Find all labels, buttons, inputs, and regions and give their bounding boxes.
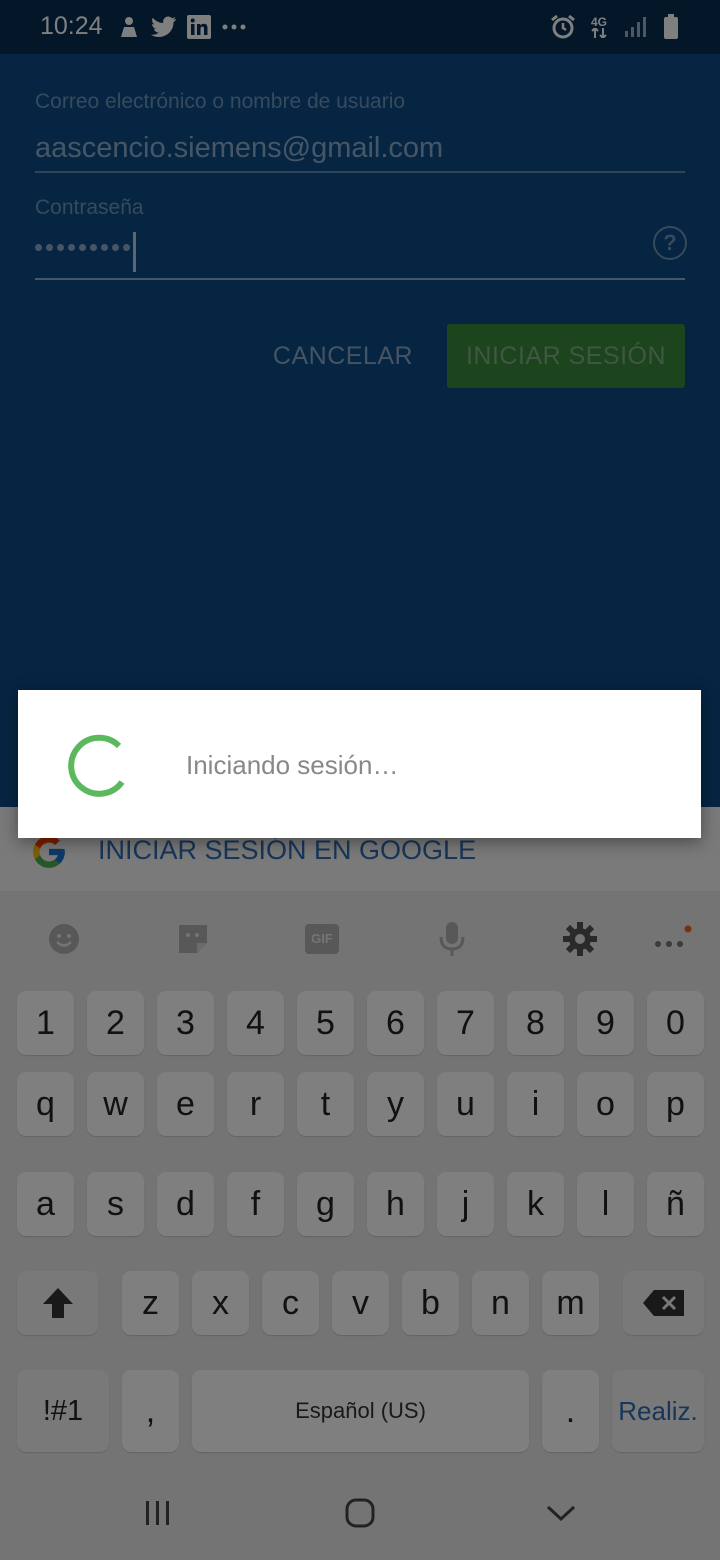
loading-spinner-icon <box>64 730 132 798</box>
progress-message: Iniciando sesión… <box>186 750 399 780</box>
progress-dialog: Iniciando sesión… <box>18 690 701 838</box>
